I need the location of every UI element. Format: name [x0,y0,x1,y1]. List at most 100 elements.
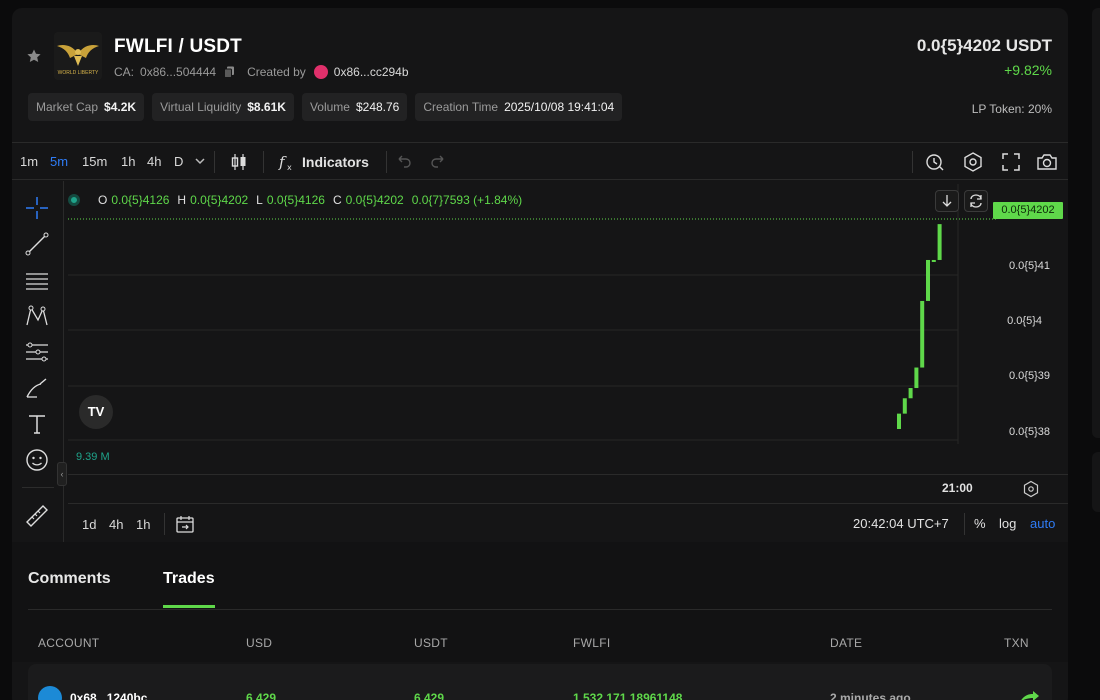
creator-address[interactable]: 0x86...cc294b [334,65,409,79]
toolbar-divider [912,151,913,173]
scroll-down-button[interactable] [935,190,959,212]
toolbar-divider [386,151,387,173]
tab-trades[interactable]: Trades [163,570,215,588]
star-icon[interactable] [26,48,42,64]
timeframe-4h[interactable]: 4h [147,154,161,169]
timeframe-1m[interactable]: 1m [20,154,38,169]
account-avatar [38,686,62,700]
text-tool-icon[interactable] [24,411,50,437]
token-panel: WORLD LIBERTY FWLFI / USDT CA: 0x86...50… [12,8,1068,700]
crosshair-icon[interactable] [24,195,50,221]
candle [920,300,925,368]
ca-value: 0x86...504444 [140,65,217,79]
percent-scale-toggle[interactable]: % [974,516,986,531]
table-row[interactable]: 0x68...1240bc 6.429 6.429 1,532,171.1896… [28,664,1052,700]
brush-icon[interactable] [24,375,50,401]
stat-creation-time: Creation Time 2025/10/08 19:41:04 [415,93,623,121]
toolbar-divider [164,513,165,535]
candlestick-icon[interactable] [228,151,250,173]
ohlc-low: 0.0{5}4126 [266,193,325,207]
chart-toolbar: 1m 5m 15m 1h 4h D fx Indicators [12,142,1068,180]
col-txn: TXN [1004,636,1029,650]
toolbar-divider [964,513,965,535]
timeframe-15m[interactable]: 15m [82,154,107,169]
toolbar-divider [263,151,264,173]
trades-table-header: ACCOUNT USD USDT FWLFI DATE TXN [12,612,1068,662]
volume-divider [68,474,1068,475]
redo-icon[interactable] [428,151,450,173]
collapse-toolbar-button[interactable]: ‹ [57,462,67,486]
horizontal-lines-icon[interactable] [24,267,50,293]
drawing-toolbar [12,181,64,558]
token-logo: WORLD LIBERTY [54,32,102,80]
current-price-label: 0.0{5}4202 [993,202,1063,219]
range-4h[interactable]: 4h [109,517,123,532]
current-price: 0.0{5}4202 USDT [916,36,1052,55]
alert-clock-icon[interactable] [924,151,946,173]
fib-tool-icon[interactable] [24,339,50,365]
active-tab-indicator [163,605,215,608]
row-account[interactable]: 0x68...1240bc [70,691,147,700]
tabs-divider [28,609,1052,610]
row-fwlfi: 1,532,171.18961148 [573,691,683,700]
ohlc-high: 0.0{5}4202 [190,193,249,207]
grid [68,184,959,444]
logo-text: WORLD LIBERTY [58,70,99,76]
col-usd: USD [246,636,273,650]
svg-text:f: f [278,153,287,171]
candle [937,224,942,260]
log-scale-toggle[interactable]: log [999,516,1016,531]
ohlc-diff: 0.0{7}7593 (+1.84%) [411,193,523,207]
candle [902,398,907,414]
stat-volume: Volume $248.76 [301,93,408,121]
col-fwlfi: FWLFI [573,636,611,650]
trend-line-icon[interactable] [24,231,50,257]
camera-icon[interactable] [1036,151,1058,173]
contract-line: CA: 0x86...504444 Created by 0x86...cc29… [114,65,409,79]
candle [914,367,919,389]
timeframe-1h[interactable]: 1h [121,154,135,169]
tab-comments[interactable]: Comments [28,570,111,588]
emoji-icon[interactable] [24,447,50,473]
col-usdt: USDT [414,636,448,650]
refresh-icon [970,194,982,208]
chevron-down-icon[interactable] [192,153,208,169]
price-change: +9.82% [1004,62,1052,78]
series-visibility-toggle[interactable] [68,194,80,206]
indicators-button[interactable]: Indicators [302,154,369,170]
tradingview-logo[interactable]: TV [79,395,113,429]
undo-icon[interactable] [392,151,414,173]
created-by-label: Created by [247,65,306,79]
time-axis-label: 21:00 [942,481,973,495]
range-1h[interactable]: 1h [136,517,150,532]
axis-settings-icon[interactable] [1022,480,1040,498]
timeframe-d[interactable]: D [174,154,183,169]
timeframe-5m[interactable]: 5m [50,154,68,169]
ruler-icon[interactable] [24,503,50,529]
reset-chart-button[interactable] [964,190,988,212]
ca-label: CA: [114,65,135,79]
candle [908,388,913,399]
auto-scale-toggle[interactable]: auto [1030,516,1055,531]
stat-market-cap: Market Cap $4.2K [28,93,145,121]
copy-icon[interactable] [224,66,235,78]
chart-clock[interactable]: 20:42:04 UTC+7 [853,516,949,531]
price-tick: 0.0{5}41 [1009,260,1050,272]
pattern-icon[interactable] [24,303,50,329]
price-tick: 0.0{5}38 [1009,426,1050,438]
price-chart[interactable] [68,184,1068,444]
settings-icon[interactable] [962,151,984,173]
fullscreen-icon[interactable] [1000,151,1022,173]
row-usdt: 6.429 [414,691,445,700]
tabs-bar: Comments Trades [12,542,1068,612]
col-date: DATE [830,636,863,650]
range-1d[interactable]: 1d [82,517,96,532]
candle [897,413,901,429]
indicators-fx-icon[interactable]: fx [276,151,298,173]
txn-link-icon[interactable] [1018,690,1040,700]
ohlc-legend: O 0.0{5}4126 H 0.0{5}4202 L 0.0{5}4126 C 0.0… [68,193,526,207]
go-to-date-icon[interactable] [174,513,196,535]
ohlc-close: 0.0{5}4202 [345,193,404,207]
creator-avatar [313,65,328,79]
toolbar-divider [214,151,215,173]
